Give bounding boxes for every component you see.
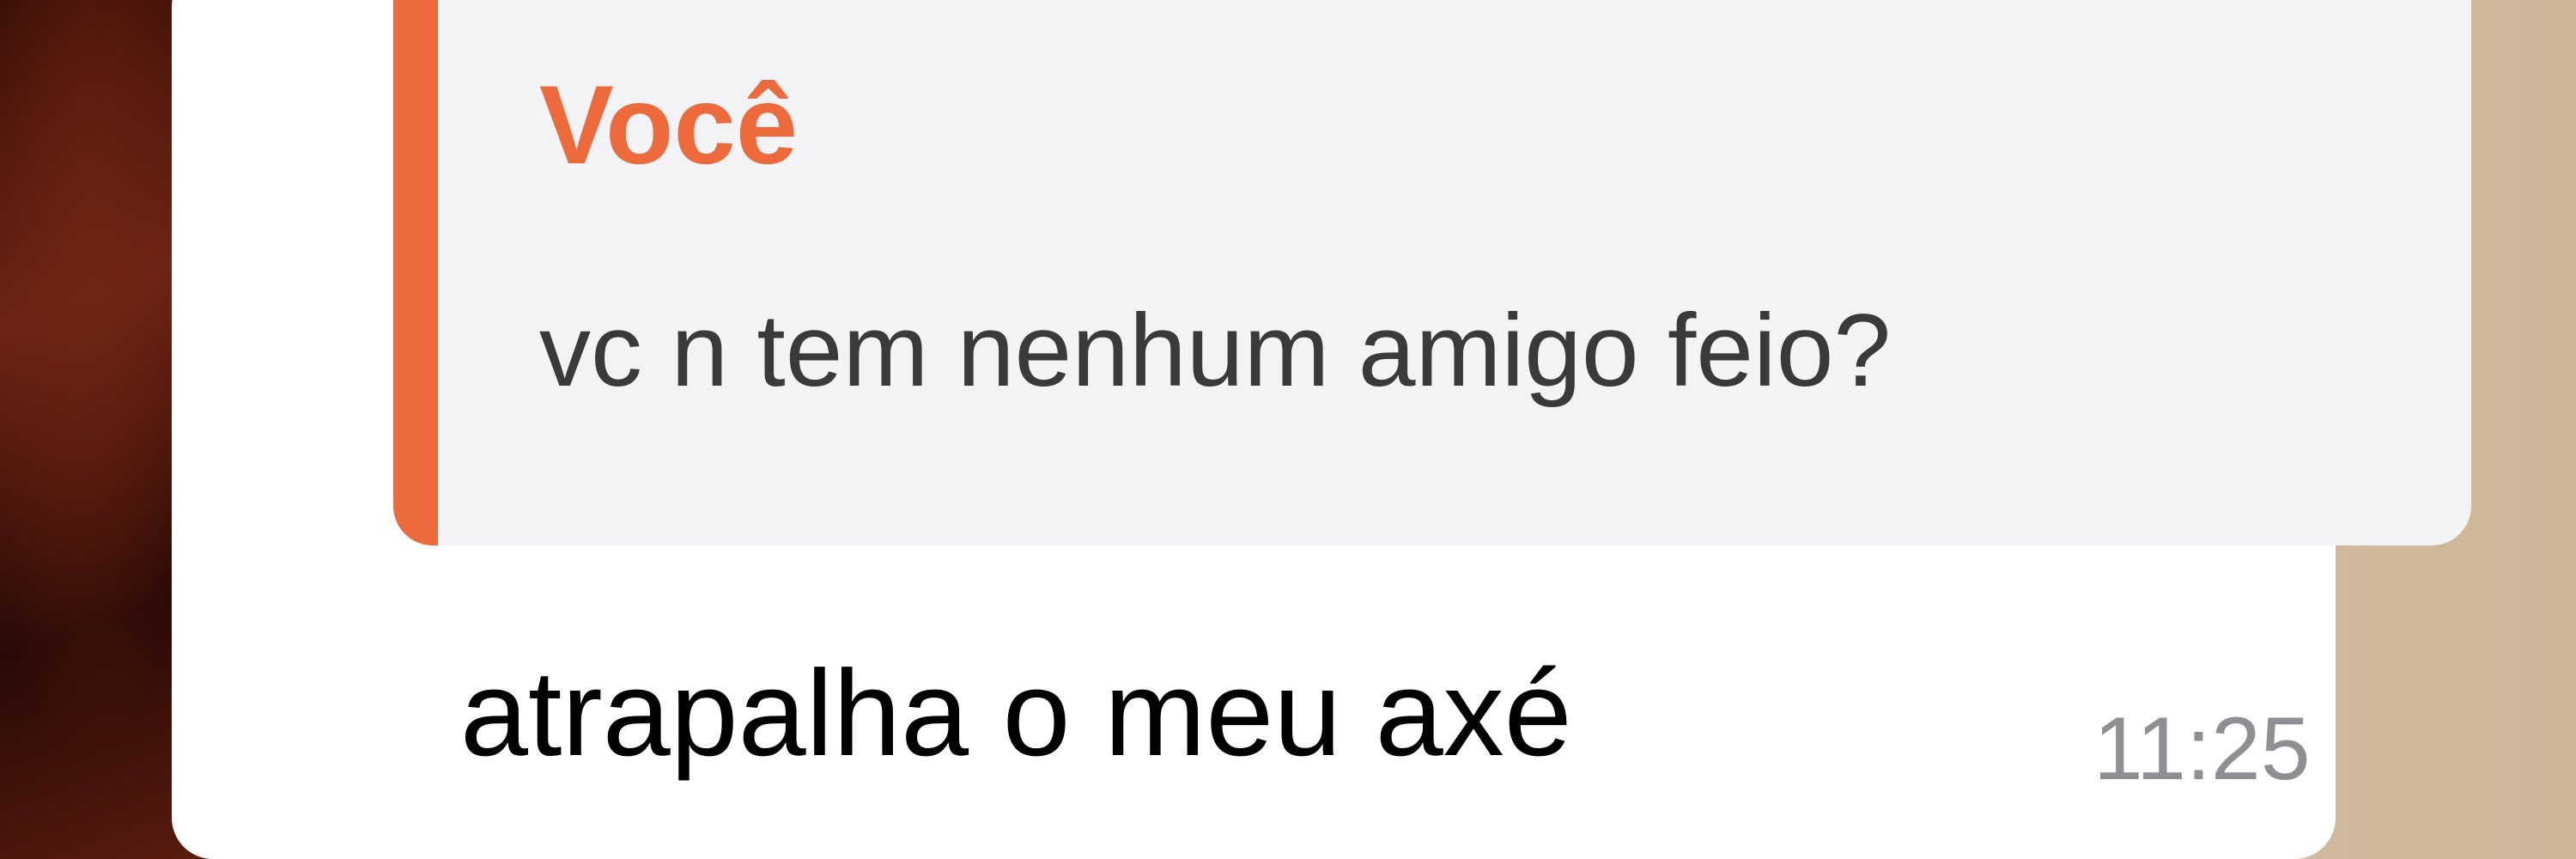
- quoted-text: vc n tem nenhum amigo feio?: [539, 293, 1892, 408]
- quoted-author: Você: [539, 62, 799, 187]
- quote-accent-bar: [393, 0, 438, 545]
- quoted-message[interactable]: Você vc n tem nenhum amigo feio?: [393, 0, 2471, 545]
- chat-background: Você vc n tem nenhum amigo feio? atrapal…: [0, 0, 2576, 859]
- message-timestamp: 11:25: [2093, 699, 2311, 799]
- message-bubble[interactable]: Você vc n tem nenhum amigo feio? atrapal…: [172, 0, 2471, 859]
- message-text: atrapalha o meu axé: [460, 645, 1572, 782]
